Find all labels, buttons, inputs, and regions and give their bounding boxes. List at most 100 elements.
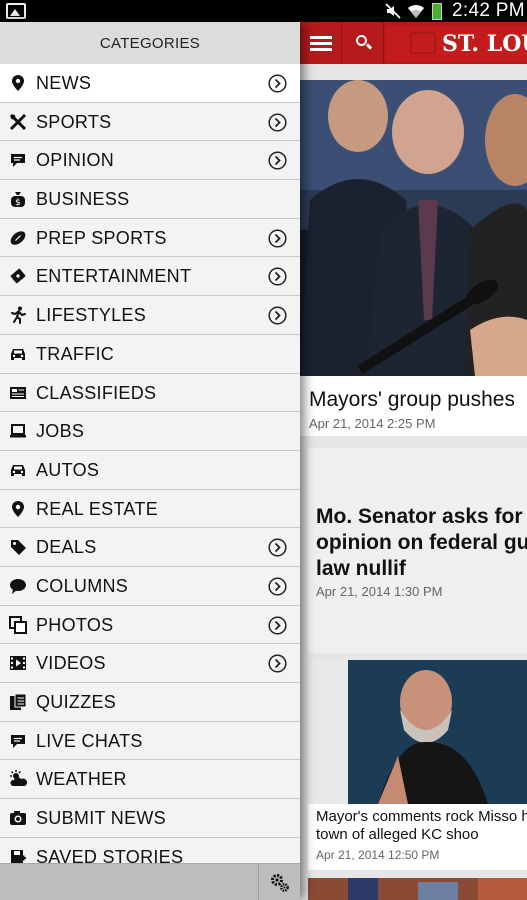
film-icon — [10, 656, 26, 671]
category-label: COLUMNS — [36, 575, 129, 596]
article-photo[interactable] — [308, 878, 527, 900]
category-label: REAL ESTATE — [36, 498, 158, 519]
runner-icon — [11, 306, 26, 325]
category-label: ENTERTAINMENT — [36, 266, 192, 287]
speech-bubble-icon — [11, 154, 25, 168]
car-icon — [11, 348, 25, 360]
category-item-jobs[interactable]: JOBS — [0, 412, 300, 451]
category-label: SUBMIT NEWS — [36, 808, 166, 829]
article-headline[interactable]: Mayors' group pushes — [309, 388, 515, 412]
chevron-right-icon[interactable] — [268, 151, 287, 170]
category-item-sports[interactable]: SPORTS — [0, 102, 300, 142]
money-bag-icon: $ — [11, 192, 25, 208]
laptop-icon — [10, 424, 26, 438]
drawer-header: CATEGORIES — [0, 22, 300, 64]
category-label: JOBS — [36, 421, 85, 442]
drawer-footer — [0, 863, 300, 900]
menu-icon — [310, 36, 332, 39]
app-bar: ST. LOUI — [300, 22, 527, 64]
chevron-right-icon[interactable] — [268, 538, 287, 557]
article-headline[interactable]: Mayor's comments rock Misso home town of… — [316, 808, 527, 844]
category-label: QUIZZES — [36, 692, 117, 712]
article-photo[interactable] — [300, 80, 527, 376]
category-item-lifestyles[interactable]: LIFESTYLES — [0, 296, 300, 335]
category-item-news[interactable]: NEWS — [0, 64, 300, 103]
category-label: WEATHER — [36, 769, 127, 790]
category-item-traffic[interactable]: TRAFFIC — [0, 334, 300, 374]
category-label: LIVE CHATS — [36, 730, 143, 751]
chevron-right-icon[interactable] — [268, 616, 287, 635]
category-item-submit-news[interactable]: SUBMIT NEWS — [0, 799, 300, 838]
settings-icon — [271, 874, 289, 892]
article-card[interactable]: Mo. Senator asks for AG's opinion on fed… — [308, 448, 527, 653]
article-card[interactable]: Mayor's comments rock Misso home town of… — [308, 660, 527, 870]
category-label: DEALS — [36, 537, 97, 558]
tag-icon — [11, 540, 26, 556]
article-feed[interactable]: ST. LOUI Mayors' group pushes Apr 21, 20… — [300, 22, 527, 900]
location-pin-icon — [12, 75, 24, 91]
article-photo[interactable] — [308, 660, 527, 804]
category-label: TRAFFIC — [36, 343, 115, 364]
category-list: NEWS SPORTS OPINION $ BUSINESS PREP SPOR… — [0, 64, 300, 877]
category-item-real-estate[interactable]: REAL ESTATE — [0, 489, 300, 529]
settings-button[interactable] — [258, 864, 300, 900]
category-label: PHOTOS — [36, 614, 114, 635]
chat-icon — [11, 734, 25, 748]
category-item-photos[interactable]: PHOTOS — [0, 605, 300, 645]
category-label: VIDEOS — [36, 653, 106, 674]
chevron-right-icon[interactable] — [268, 229, 287, 248]
crossed-bats-icon — [9, 113, 27, 130]
newspaper-icon — [10, 386, 26, 399]
article-date: Apr 21, 2014 2:25 PM — [309, 416, 436, 431]
status-clock: 2:42 PM — [452, 0, 525, 21]
category-item-quizzes[interactable]: QUIZZES — [0, 683, 300, 722]
battery-icon — [432, 3, 442, 20]
article-date: Apr 21, 2014 12:50 PM — [316, 848, 440, 862]
category-item-classifieds[interactable]: CLASSIFIEDS — [0, 373, 300, 413]
category-label: CLASSIFIEDS — [36, 382, 157, 403]
category-item-prep-sports[interactable]: PREP SPORTS — [0, 218, 300, 258]
search-button[interactable] — [342, 22, 384, 64]
chevron-right-icon[interactable] — [268, 74, 287, 93]
category-item-business[interactable]: $ BUSINESS — [0, 180, 300, 219]
category-label: OPINION — [36, 150, 115, 171]
chevron-right-icon[interactable] — [268, 306, 287, 325]
car-icon — [11, 464, 25, 476]
article-card[interactable]: Mayors' group pushes Apr 21, 2014 2:25 P… — [300, 376, 527, 436]
category-item-columns[interactable]: COLUMNS — [0, 566, 300, 606]
category-label: NEWS — [36, 73, 92, 93]
photos-icon — [9, 615, 27, 634]
category-label: PREP SPORTS — [36, 227, 167, 248]
camera-icon — [10, 811, 26, 826]
brand-logo: ST. LOUI — [386, 26, 527, 62]
category-item-entertainment[interactable]: ENTERTAINMENT — [0, 257, 300, 297]
category-item-live-chats[interactable]: LIVE CHATS — [0, 721, 300, 761]
category-item-videos[interactable]: VIDEOS — [0, 644, 300, 683]
chevron-right-icon[interactable] — [268, 267, 287, 286]
category-item-opinion[interactable]: OPINION — [0, 141, 300, 181]
category-item-autos[interactable]: AUTOS — [0, 450, 300, 490]
svg-text:$: $ — [15, 198, 21, 208]
comment-icon — [10, 578, 26, 594]
category-label: AUTOS — [36, 459, 100, 480]
gallery-icon — [6, 3, 26, 19]
article-date: Apr 21, 2014 1:30 PM — [316, 584, 443, 599]
status-bar: 2:42 PM — [0, 0, 527, 22]
location-pin-icon — [12, 500, 24, 517]
menu-button[interactable] — [300, 22, 342, 64]
football-icon — [10, 230, 26, 245]
categories-drawer: CATEGORIES NEWS SPORTS OPINION $ BUSINES… — [0, 22, 300, 900]
chevron-right-icon[interactable] — [268, 577, 287, 596]
weather-icon — [10, 770, 27, 787]
category-label: LIFESTYLES — [36, 305, 147, 326]
chevron-right-icon[interactable] — [268, 113, 287, 132]
documents-icon — [10, 693, 27, 710]
logo-mark — [410, 32, 436, 54]
category-item-weather[interactable]: WEATHER — [0, 760, 300, 800]
logo-text: ST. LOUI — [442, 31, 527, 57]
chevron-right-icon[interactable] — [268, 654, 287, 673]
category-item-deals[interactable]: DEALS — [0, 528, 300, 567]
article-headline[interactable]: Mo. Senator asks for AG's opinion on fed… — [316, 504, 527, 582]
ticket-icon — [10, 269, 26, 284]
category-label: SPORTS — [36, 111, 112, 132]
